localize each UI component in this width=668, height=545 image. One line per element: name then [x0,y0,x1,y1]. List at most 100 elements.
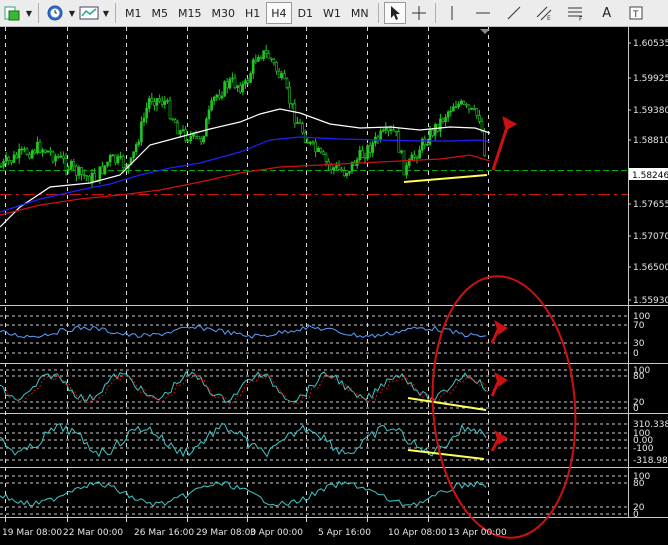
timeframe-m1[interactable]: M1 [121,2,146,24]
text-label-icon[interactable]: T [625,2,647,24]
indicator1-level-label: 0 [633,349,639,359]
trendline-icon[interactable] [503,2,525,24]
candle-body [23,148,26,151]
candle-body [0,166,3,168]
candle-body [119,156,122,158]
candle-body [467,104,471,110]
dropdown-arrow-icon[interactable]: ▼ [68,2,76,24]
indicator2-level-label: 0 [633,404,639,414]
candle-body [314,141,317,152]
candle-body [173,119,177,124]
candle-body [389,129,393,131]
channel-icon[interactable]: E [534,2,556,24]
timeframe-h1[interactable]: H1 [241,2,264,24]
candle-body [153,101,156,106]
candle-body [397,131,401,153]
candle-body [431,129,434,136]
candle-body [392,129,395,132]
time-tick-label: 3 Apr 00:00 [250,528,303,538]
timeframe-mn[interactable]: MN [347,2,373,24]
chart-template-icon[interactable] [78,2,100,24]
candle-body [483,131,486,156]
candle-body [20,148,24,151]
candle-body [298,122,302,125]
candle-body [241,83,245,93]
cursor-icon[interactable] [383,2,406,24]
timeframe-m30[interactable]: M30 [208,2,240,24]
timeframe-w1[interactable]: W1 [319,2,345,24]
dropdown-arrow-icon[interactable]: ▼ [102,2,110,24]
candle-body [309,141,312,144]
candle-body [366,145,369,159]
candle-body [311,141,315,144]
candle-body [121,156,125,168]
candle-body [475,108,479,116]
candle-body [441,118,445,123]
indicator4-level-label: 0 [633,510,639,520]
toolbar-separator [115,3,116,23]
horizontal-line-icon[interactable] [472,2,494,24]
candle-body [228,78,232,89]
candle-body [285,78,289,88]
candle-body [446,111,450,118]
candle-body [290,102,294,105]
candle-body [342,170,346,176]
candle-body [36,141,39,154]
toolbar-separator [377,3,379,23]
candle-body [17,148,21,159]
candle-body [457,103,460,108]
fibonacci-icon[interactable]: F [565,2,587,24]
crosshair-icon[interactable] [408,2,430,24]
indicator1-level-label: 70 [633,321,645,331]
time-tick-label: 10 Apr 08:00 [388,528,447,538]
time-tick-label: 5 Apr 16:00 [318,528,371,538]
candle-body [10,160,13,163]
candle-body [90,173,94,184]
candle-body [114,154,117,164]
vertical-line-icon[interactable] [441,2,463,24]
candle-body [51,151,55,162]
timeframe-h4[interactable]: H4 [266,2,292,24]
candle-body [379,130,382,141]
candle-body [415,156,419,159]
candle-body [244,80,247,85]
timeframe-m15[interactable]: M15 [174,2,206,24]
candle-body [332,167,336,171]
candle-body [132,151,135,158]
candle-body [98,166,102,181]
candle-body [472,108,476,110]
timeframe-d1[interactable]: D1 [294,2,317,24]
candle-body [462,100,466,105]
candle-body [116,156,120,164]
candle-body [176,122,180,135]
toolbar-separator [434,3,436,23]
candle-body [199,138,203,143]
new-chart-icon[interactable] [1,2,23,24]
candle-body [306,142,310,144]
clock-icon[interactable] [44,2,66,24]
price-chart[interactable]: 1.60535 1.59925 1.59380 1.58810 1.57655 1.570… [0,27,668,541]
candle-body [80,167,83,175]
candle-body [62,155,65,159]
candle-body [231,77,234,80]
candle-body [147,98,151,109]
candle-body [233,77,237,88]
candle-body [345,173,349,176]
candle-body [249,73,252,83]
candle-body [384,127,388,131]
candle-body [171,118,174,121]
candle-body [150,98,154,102]
candle-body [459,100,463,105]
candle-body [181,129,185,132]
candle-body [134,144,138,152]
dropdown-arrow-icon[interactable]: ▼ [25,2,33,24]
candle-body [64,158,68,171]
text-tool-button[interactable]: A [596,2,618,24]
candle-body [108,155,112,163]
candle-body [418,149,421,159]
candle-body [262,50,265,59]
candle-body [387,127,390,131]
candle-body [426,144,429,146]
timeframe-m5[interactable]: M5 [148,2,173,24]
candle-body [402,150,406,176]
